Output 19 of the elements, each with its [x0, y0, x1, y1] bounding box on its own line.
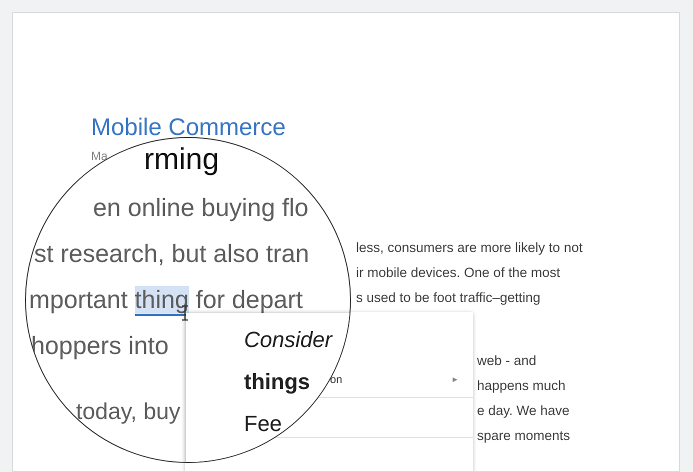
magnified-text-line: hoppers into — [31, 331, 169, 362]
body-text-line: ir mobile devices. One of the most — [356, 264, 560, 282]
magnified-text-line: st research, but also tran — [34, 239, 310, 270]
magnified-text-line: en online buying flo — [93, 193, 308, 224]
submenu-arrow: ► — [451, 374, 459, 386]
document-heading: Mobile Commerce — [91, 113, 287, 143]
magnified-text-line: today, buy — [76, 397, 180, 426]
magnified-text-line: mportant thing for depart — [29, 285, 303, 318]
document-subtitle: Ma — [91, 148, 108, 165]
body-text-line: less, consumers are more likely to not — [356, 239, 583, 257]
body-text-line: s used to be foot traffic–getting — [356, 289, 540, 307]
menu-item[interactable]: Fee — [244, 403, 282, 445]
body-text-line: web - and — [477, 352, 536, 370]
magnified-heading: rming — [144, 142, 220, 178]
menu-heading: Consider — [244, 326, 332, 354]
suggestion-item[interactable]: things — [244, 361, 310, 403]
body-text-line: spare moments — [477, 427, 570, 445]
body-text-line: e day. We have — [477, 402, 570, 420]
body-text-line: happens much — [477, 377, 566, 395]
